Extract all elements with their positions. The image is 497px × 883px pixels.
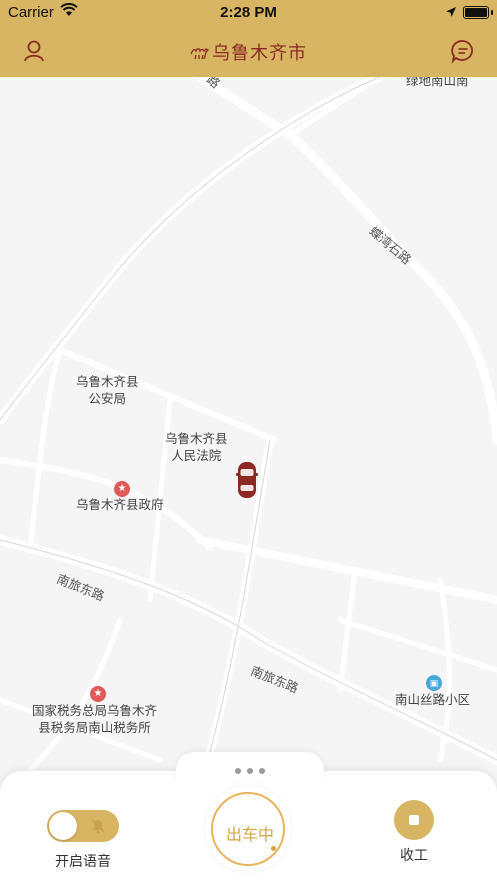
map-label-zhengfu: 乌鲁木齐县政府 — [76, 498, 164, 512]
voice-toggle[interactable] — [47, 810, 119, 842]
map-label-lvdi: 绿地南山南 — [406, 77, 469, 88]
toggle-knob — [49, 812, 77, 840]
stop-icon — [409, 815, 419, 825]
map-label-fayuan-line1: 乌鲁木齐县 — [165, 432, 228, 446]
message-icon — [451, 40, 473, 64]
panel-drag-handle[interactable] — [176, 752, 324, 782]
stop-work-label: 收工 — [400, 847, 428, 863]
status-time: 2:28 PM — [220, 4, 277, 21]
status-bar: Carrier 2:28 PM — [0, 0, 497, 26]
driving-status-label: 出车中 — [225, 827, 274, 844]
location-arrow-icon — [445, 5, 457, 22]
battery-icon — [463, 6, 489, 19]
ring-progress-dot — [271, 846, 276, 851]
more-dots-icon — [176, 761, 324, 779]
map-label-sichou: 南山丝路小区 — [395, 693, 471, 707]
map-label-shuiwu: 国家税务总局乌鲁木齐 县税务局南山税务所 — [32, 703, 157, 737]
messages-button[interactable] — [450, 38, 476, 64]
driving-status-button[interactable]: 出车中 — [205, 786, 291, 872]
map-label-fayuan-line2: 人民法院 — [171, 449, 222, 463]
nav-bar: 乌鲁木齐市 — [0, 26, 497, 77]
poi-star-icon[interactable]: ★ — [114, 481, 130, 497]
top-bar: Carrier 2:28 PM 乌鲁木齐市 — [0, 0, 497, 77]
map-label-shuiwu-line1: 国家税务总局乌鲁木齐 — [32, 704, 158, 718]
bell-muted-icon — [89, 817, 107, 840]
page-title-text: 乌鲁木齐市 — [212, 43, 307, 63]
map-label-shuiwu-line2: 县税务局南山税务所 — [38, 721, 151, 735]
camel-logo-icon — [190, 45, 210, 66]
stop-work-button[interactable] — [394, 800, 434, 840]
map-label-gonganju-line1: 乌鲁木齐县 — [76, 375, 139, 389]
map-label-gonganju: 乌鲁木齐县 公安局 — [76, 374, 139, 408]
poi-star-icon[interactable]: ★ — [90, 686, 106, 702]
map-label-fayuan: 乌鲁木齐县 人民法院 — [165, 431, 228, 465]
page-title: 乌鲁木齐市 — [0, 39, 497, 66]
poi-residential-icon[interactable]: ▣ — [426, 675, 442, 691]
map-label-gonganju-line2: 公安局 — [88, 392, 127, 406]
battery-tip — [491, 10, 493, 15]
driving-status-ring: 出车中 — [211, 792, 285, 866]
voice-label: 开启语音 — [55, 853, 111, 869]
